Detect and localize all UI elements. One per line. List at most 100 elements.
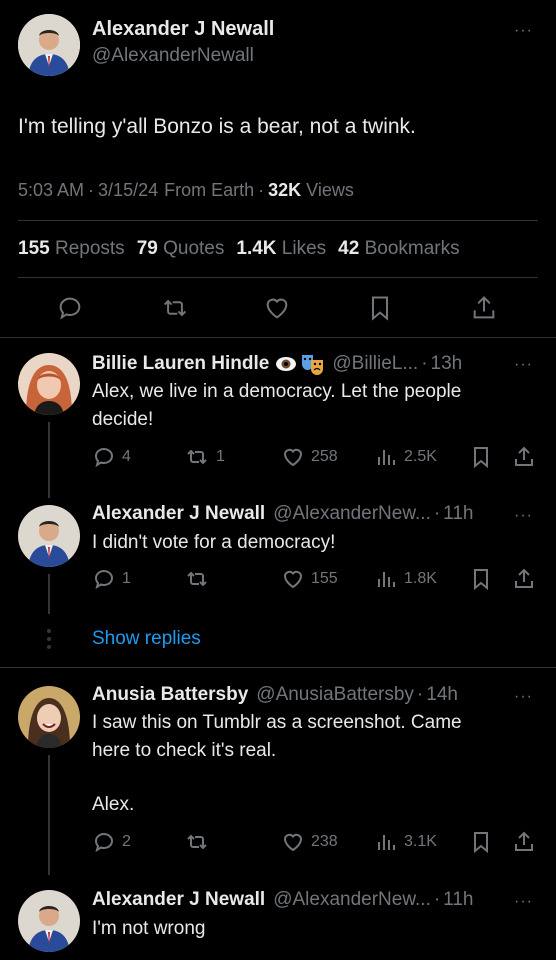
like-count: 155 <box>311 570 338 587</box>
reply-author-handle[interactable]: @BillieL... <box>332 353 418 375</box>
reply-button[interactable] <box>56 294 84 322</box>
likes-label: Likes <box>281 238 327 259</box>
views-button[interactable]: 3.1K <box>376 830 437 854</box>
reply-icon <box>92 445 116 469</box>
reply-author-name[interactable]: Alexander J Newall <box>92 503 265 525</box>
reply-author-name[interactable]: Anusia Battersby <box>92 684 248 706</box>
repost-icon <box>184 567 210 591</box>
share-button[interactable] <box>470 294 498 322</box>
divider <box>0 667 556 668</box>
bookmark-button[interactable] <box>367 294 393 322</box>
avatar-main-author[interactable] <box>18 14 80 76</box>
likes-stat[interactable]: 1.4K Likes <box>236 238 326 260</box>
reply-header: Anusia Battersby @AnusiaBattersby · 14h <box>92 684 458 706</box>
bookmark-button[interactable] <box>470 567 492 591</box>
reply-author-handle[interactable]: @AnusiaBattersby <box>256 684 414 706</box>
reply-button[interactable]: 2 <box>92 830 131 854</box>
reply-icon <box>56 294 84 322</box>
views-count: 1.8K <box>404 570 437 587</box>
reposts-stat[interactable]: 155 Reposts <box>18 238 125 260</box>
reply-author-name[interactable]: Alexander J Newall <box>92 889 265 911</box>
bookmark-button[interactable] <box>470 445 492 469</box>
share-icon <box>512 445 536 469</box>
repost-count: 1 <box>216 448 225 465</box>
tweet-date[interactable]: 3/15/24 <box>98 180 158 201</box>
avatar-alexander[interactable] <box>18 505 80 567</box>
reply-text-line: I didn't vote for a democracy! <box>92 532 336 553</box>
share-button[interactable] <box>512 567 536 591</box>
repost-button[interactable] <box>184 830 210 854</box>
more-options-icon[interactable]: ··· <box>514 893 533 911</box>
more-options-icon[interactable]: ··· <box>514 356 533 374</box>
separator: · <box>433 503 441 524</box>
like-count: 258 <box>311 448 338 465</box>
thread-line <box>48 422 50 498</box>
share-button[interactable] <box>512 445 536 469</box>
reply-time[interactable]: 11h <box>443 503 473 525</box>
reply-icon <box>92 830 116 854</box>
reply-count: 4 <box>122 448 131 465</box>
avatar-alexander[interactable] <box>18 890 80 952</box>
reposts-count: 155 <box>18 238 50 259</box>
reply-author-handle[interactable]: @AlexanderNew... <box>273 503 431 525</box>
reply-author-name[interactable]: Billie Lauren Hindle <box>92 353 269 375</box>
reply-time[interactable]: 11h <box>443 889 473 911</box>
likes-count: 1.4K <box>236 238 277 259</box>
share-button[interactable] <box>512 830 536 854</box>
bookmark-icon <box>470 567 492 591</box>
thread-line <box>48 755 50 875</box>
analytics-icon <box>376 445 398 469</box>
repost-button[interactable]: 1 <box>184 445 225 469</box>
quotes-count: 79 <box>136 238 158 259</box>
views-count: 2.5K <box>404 448 437 465</box>
like-button[interactable]: 155 <box>281 567 338 591</box>
more-options-icon[interactable]: ··· <box>514 507 533 525</box>
reply-text-line: decide! <box>92 409 154 430</box>
person-avatar-icon <box>18 686 80 748</box>
reply-time[interactable]: 13h <box>431 353 463 375</box>
heart-icon <box>263 294 291 322</box>
repost-button[interactable] <box>160 294 190 322</box>
divider <box>0 337 556 338</box>
repost-button[interactable] <box>184 567 210 591</box>
heart-icon <box>281 445 305 469</box>
reply-button[interactable]: 1 <box>92 567 131 591</box>
like-button[interactable] <box>263 294 291 322</box>
meta-separator: · <box>88 180 95 200</box>
bookmark-button[interactable] <box>470 830 492 854</box>
tweet-time: 5:03 AM <box>18 180 85 200</box>
person-avatar-icon <box>18 353 80 415</box>
person-avatar-icon <box>18 14 80 76</box>
avatar-anusia[interactable] <box>18 686 80 748</box>
like-button[interactable]: 258 <box>281 445 338 469</box>
views-button[interactable]: 2.5K <box>376 445 437 469</box>
quotes-stat[interactable]: 79 Quotes <box>137 238 225 260</box>
repost-icon <box>184 445 210 469</box>
bookmarks-stat[interactable]: 42 Bookmarks <box>338 238 459 260</box>
thread-line <box>48 574 50 614</box>
like-button[interactable]: 238 <box>281 830 338 854</box>
main-author-name[interactable]: Alexander J Newall <box>92 18 274 41</box>
share-icon <box>512 567 536 591</box>
like-count: 238 <box>311 833 338 850</box>
show-replies-link[interactable]: Show replies <box>92 628 201 650</box>
theater-masks-emoji-icon <box>300 352 326 376</box>
tweet-source: From Earth <box>164 180 255 200</box>
quotes-label: Quotes <box>163 238 225 259</box>
eye-emoji-icon <box>275 353 297 375</box>
separator: · <box>433 889 441 910</box>
main-author-handle[interactable]: @AlexanderNewall <box>92 45 254 67</box>
main-tweet-text: I'm telling y'all Bonzo is a bear, not a… <box>18 115 416 138</box>
avatar-billie[interactable] <box>18 353 80 415</box>
divider <box>18 277 538 278</box>
views-button[interactable]: 1.8K <box>376 567 437 591</box>
reply-button[interactable]: 4 <box>92 445 131 469</box>
more-options-icon[interactable]: ··· <box>514 688 533 706</box>
analytics-icon <box>376 830 398 854</box>
reply-author-handle[interactable]: @AlexanderNew... <box>273 889 431 911</box>
reply-header: Alexander J Newall @AlexanderNew... · 11… <box>92 503 473 525</box>
bookmark-icon <box>470 445 492 469</box>
analytics-icon <box>376 567 398 591</box>
reply-time[interactable]: 14h <box>426 684 458 706</box>
more-options-icon[interactable]: ··· <box>514 22 533 40</box>
